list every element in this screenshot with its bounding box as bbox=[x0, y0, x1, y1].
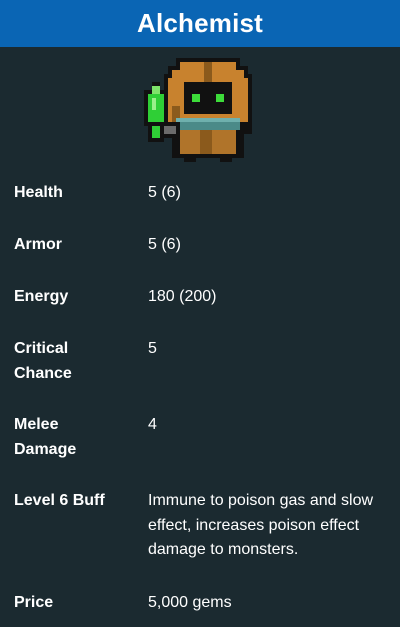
page-header: Alchemist bbox=[0, 0, 400, 47]
stat-value: 5 (6) bbox=[148, 236, 181, 253]
stat-value: 4 bbox=[148, 416, 157, 433]
stat-label: Armor bbox=[14, 236, 63, 253]
alchemist-hooded-character-icon bbox=[144, 58, 252, 162]
stat-value: 5 (6) bbox=[148, 184, 181, 201]
stat-label: Level 6 Buff bbox=[14, 492, 105, 509]
stat-label: Critical Chance bbox=[14, 340, 72, 382]
stat-value: 5 bbox=[148, 340, 157, 357]
stat-label: Energy bbox=[14, 288, 69, 305]
stat-value: 5,000 gems bbox=[148, 594, 232, 611]
stat-label: Melee Damage bbox=[14, 416, 77, 458]
stat-value: 180 (200) bbox=[148, 288, 217, 305]
stat-value: Immune to poison gas and slow effect, in… bbox=[148, 492, 374, 558]
stat-label: Price bbox=[14, 594, 54, 611]
stat-label: Health bbox=[14, 184, 63, 201]
page-title: Alchemist bbox=[136, 8, 264, 38]
